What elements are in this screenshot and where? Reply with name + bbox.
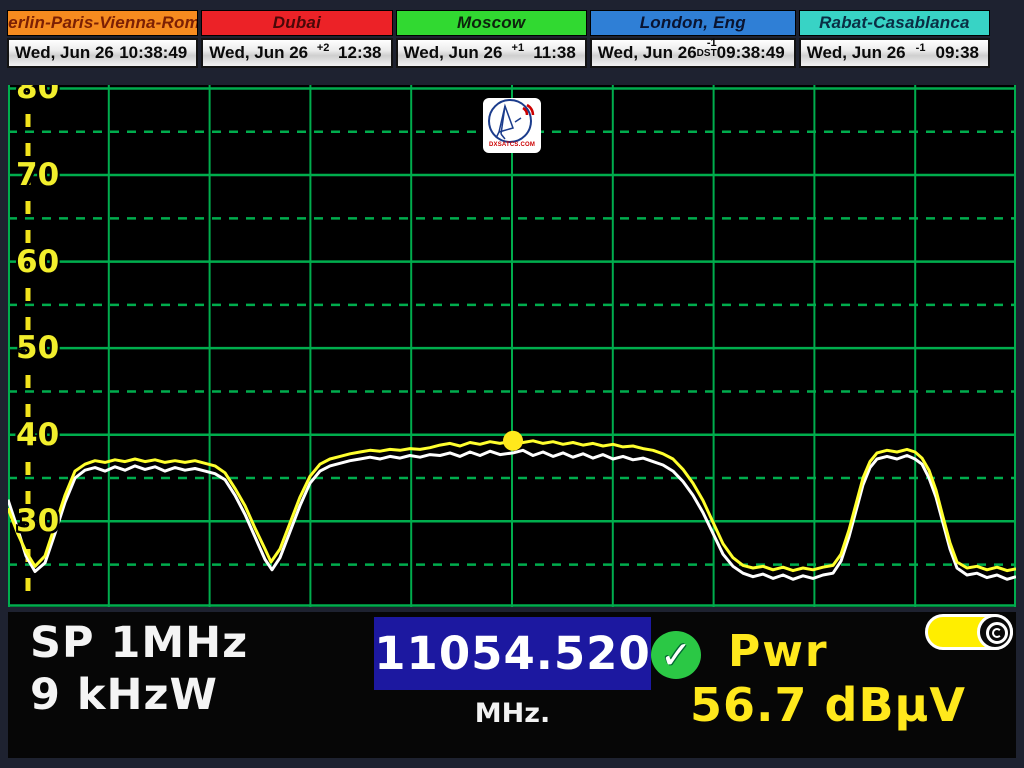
clock-date: Wed, Jun 26 (209, 43, 308, 63)
city-tab-dubai[interactable]: Dubai (201, 10, 392, 36)
y-axis-label-50: 50 (16, 333, 59, 363)
dxsatcs-logo: DXSATCS.COM (483, 98, 541, 153)
satellite-dish-icon (485, 98, 539, 144)
lock-check-icon: ✓ (651, 631, 701, 679)
clock-date: Wed, Jun 26 (15, 43, 114, 63)
clock-time: 09:38:49 (717, 43, 785, 63)
logo-text: DXSATCS.COM (489, 142, 535, 148)
clock-5: Wed, Jun 26 -1 09:38 (799, 38, 990, 68)
y-axis-label-30: 30 (16, 506, 59, 536)
utc-offset: +1 (512, 49, 525, 58)
clock-date: Wed, Jun 26 (404, 43, 503, 63)
y-axis-label-80: 80 (16, 85, 59, 103)
clock-3: Wed, Jun 26 +1 11:38 (396, 38, 587, 68)
toggle-knob-icon[interactable] (977, 614, 1013, 650)
utc-offset: -1 (916, 49, 926, 58)
clock-time: 12:38 (338, 43, 381, 63)
city-tab-rabat-casablanca[interactable]: Rabat-Casablanca (799, 10, 990, 36)
frequency-display[interactable]: 11054.520 (374, 617, 651, 690)
span-setting[interactable]: SP 1MHz (30, 620, 248, 667)
frequency-unit: MHz. (374, 698, 651, 729)
y-axis-label-70: 70 (16, 160, 59, 190)
city-tab-london-eng[interactable]: London, Eng (590, 10, 796, 36)
utc-offset: -1DST (697, 44, 717, 62)
clock-2: Wed, Jun 26 +2 12:38 (201, 38, 392, 68)
frequency-marker-dot[interactable] (503, 431, 523, 451)
clock-date: Wed, Jun 26 (807, 43, 906, 63)
power-toggle[interactable] (925, 614, 1013, 650)
spectrum-svg (8, 85, 1016, 607)
readout-bar: SP 1MHz 9 kHzW 11054.520 MHz. ✓ Pwr 56.7… (8, 612, 1016, 758)
city-tab-berlin-paris-vienna-roma[interactable]: Berlin-Paris-Vienna-Roma (7, 10, 198, 36)
clock-4: Wed, Jun 26-1DST09:38:49 (590, 38, 796, 68)
clock-time: 09:38 (936, 43, 979, 63)
y-axis-label-40: 40 (16, 420, 59, 450)
clock-date: Wed, Jun 26 (598, 43, 697, 63)
clock-time: 10:38:49 (119, 43, 187, 63)
spectrum-plot[interactable]: 80 70 60 50 40 30 (8, 85, 1016, 607)
world-clock-bar: Berlin-Paris-Vienna-RomaDubaiMoscowLondo… (7, 10, 990, 68)
power-value: 56.7 dBµV (690, 678, 966, 732)
clock-time: 11:38 (533, 43, 576, 63)
y-axis-label-60: 60 (16, 247, 59, 277)
rbw-setting[interactable]: 9 kHzW (30, 672, 218, 719)
clock-1: Wed, Jun 2610:38:49 (7, 38, 198, 68)
utc-offset: +2 (317, 49, 330, 58)
power-label: Pwr (728, 626, 829, 677)
city-tab-moscow[interactable]: Moscow (396, 10, 587, 36)
